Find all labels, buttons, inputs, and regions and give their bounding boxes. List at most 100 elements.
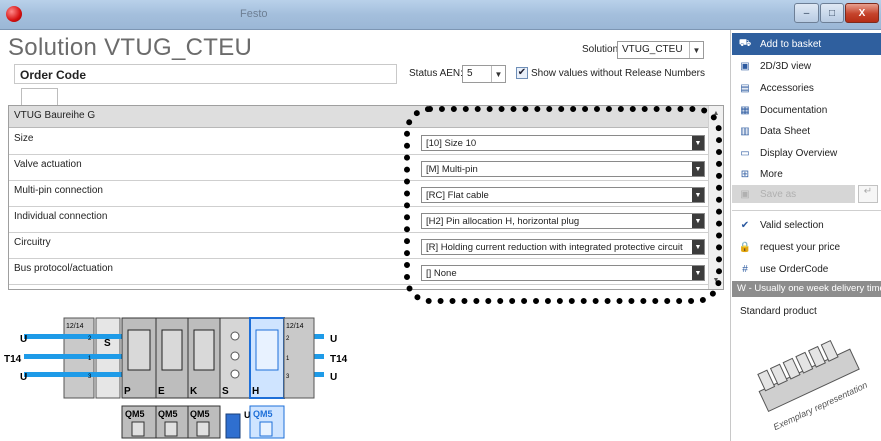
port-u-left-top-label: U [20, 334, 27, 345]
table-row: Size [10] Size 10 ▼ [9, 129, 709, 155]
request-price-link[interactable]: 🔒 request your price [732, 236, 881, 258]
individual-connection-select[interactable]: [H2] Pin allocation H, horizontal plug ▼ [421, 213, 705, 229]
valve-p-label: P [124, 386, 131, 397]
solution-select-value: VTUG_CTEU [622, 44, 683, 55]
valve-actuation-value: [M] Multi-pin [426, 164, 478, 175]
basket-icon: ⛟ [738, 37, 752, 49]
multi-pin-value: [RC] Flat cable [426, 190, 489, 201]
u-module: U [225, 410, 251, 439]
maximize-button[interactable]: □ [820, 3, 844, 23]
individual-connection-value: [H2] Pin allocation H, horizontal plug [426, 216, 580, 227]
table-row: Bus protocol/actuation [] None ▼ [9, 259, 709, 285]
grid-scrollbar[interactable]: ▲ ▼ [708, 106, 723, 289]
chevron-down-icon: ▼ [692, 214, 704, 228]
datasheet-icon: ▥ [740, 125, 750, 137]
qm5-module-2: QM5 [155, 405, 189, 439]
valve-p: P [121, 317, 157, 399]
row-label: Multi-pin connection [14, 185, 103, 196]
valve-s: S [219, 317, 251, 399]
configuration-grid: VTUG Baureihe G Size [10] Size 10 ▼ Valve… [8, 105, 724, 290]
port-t14-left-label: T14 [4, 354, 22, 365]
valve-terminal-diagram: S P E K S H 12/14 12/14 2 1 3 2 1 3 U T1… [4, 317, 348, 439]
use-ordercode-label: use OrderCode [760, 263, 829, 275]
add-to-basket-label: Add to basket [760, 38, 822, 50]
order-code-field[interactable]: Order Code [14, 64, 397, 84]
row-label: Valve actuation [14, 159, 82, 170]
valve-e: E [155, 317, 189, 399]
bus-protocol-value: [] None [426, 268, 457, 279]
documentation-button[interactable]: ▦ Documentation [732, 99, 881, 121]
check-icon: ✔ [740, 219, 750, 231]
cad-view-button[interactable]: ▣ 2D/3D view [732, 55, 881, 77]
divider [732, 210, 881, 211]
more-button[interactable]: ⊞ More [732, 163, 881, 185]
action-sidebar: ⛟ Add to basket ▣ 2D/3D view ▤ Accessori… [732, 30, 881, 441]
table-row: Multi-pin connection [RC] Flat cable ▼ [9, 181, 709, 207]
circuitry-select[interactable]: [R] Holding current reduction with integ… [421, 239, 705, 255]
qm5-label-3: QM5 [190, 409, 210, 419]
size-value: [10] Size 10 [426, 138, 477, 149]
order-code-label: Order Code [20, 68, 87, 82]
display-overview-button[interactable]: ▭ Display Overview [732, 142, 881, 164]
valve-h-label: H [252, 386, 259, 397]
qm5-module-4: QM5 [249, 405, 285, 439]
product-image: Exemplary representation [757, 339, 869, 430]
chevron-down-icon: ▼ [692, 240, 704, 254]
tab-configuration[interactable] [21, 88, 58, 105]
plus-icon: ⊞ [740, 168, 750, 180]
bus-protocol-select[interactable]: [] None ▼ [421, 265, 705, 281]
valve-actuation-select[interactable]: [M] Multi-pin ▼ [421, 161, 705, 177]
enter-icon[interactable]: ↵ [858, 185, 878, 203]
row-label: Individual connection [14, 211, 108, 222]
chevron-down-icon: ▼ [692, 136, 704, 150]
valve-k: K [187, 317, 221, 399]
app-icon[interactable] [6, 6, 22, 22]
status-aen-select[interactable]: 5 ▼ [462, 65, 506, 83]
data-sheet-button[interactable]: ▥ Data Sheet [732, 120, 881, 142]
save-icon: ▣ [740, 188, 750, 200]
hash-icon: # [742, 263, 748, 275]
row-label: Size [14, 133, 34, 144]
qm5-label-2: QM5 [158, 409, 178, 419]
port-u-left-bottom-label: U [20, 372, 27, 383]
save-as-label: Save as [760, 188, 797, 200]
close-button[interactable]: X [845, 3, 879, 23]
port-t14-right-label: T14 [330, 354, 348, 365]
qm5-module-1: QM5 [121, 405, 157, 439]
solution-select[interactable]: VTUG_CTEU ▼ [617, 41, 704, 59]
delivery-time-banner: W - Usually one week delivery time [732, 281, 881, 297]
display-icon: ▭ [740, 147, 750, 159]
save-as-button[interactable]: ▣ Save as [732, 183, 855, 205]
cad-view-label: 2D/3D view [760, 60, 812, 72]
accessories-icon: ▤ [740, 82, 750, 94]
accessories-label: Accessories [760, 82, 814, 94]
add-to-basket-button[interactable]: ⛟ Add to basket [732, 33, 881, 55]
circuitry-value: [R] Holding current reduction with integ… [426, 242, 683, 253]
minimize-button[interactable]: – [794, 3, 819, 23]
solution-label: Solution: [582, 44, 621, 55]
valve-s-label: S [222, 386, 229, 397]
accessories-button[interactable]: ▤ Accessories [732, 77, 881, 99]
chevron-down-icon: ▼ [692, 266, 704, 280]
valve-e-label: E [158, 386, 165, 397]
scroll-up-icon[interactable]: ▲ [710, 107, 722, 121]
grid-header: VTUG Baureihe G [9, 106, 709, 128]
documentation-label: Documentation [760, 104, 828, 116]
chevron-down-icon: ▼ [491, 66, 505, 82]
table-row: Individual connection [H2] Pin allocatio… [9, 207, 709, 233]
scroll-down-icon[interactable]: ▼ [710, 274, 722, 288]
display-overview-label: Display Overview [760, 147, 838, 159]
use-ordercode-link[interactable]: # use OrderCode [732, 258, 881, 280]
valid-selection-status: ✔ Valid selection [732, 214, 881, 236]
qm5-label-4: QM5 [253, 409, 273, 419]
size-select[interactable]: [10] Size 10 ▼ [421, 135, 705, 151]
valid-selection-label: Valid selection [760, 219, 824, 231]
show-values-checkbox[interactable]: ✔ [516, 67, 528, 79]
data-sheet-label: Data Sheet [760, 125, 811, 137]
port-u-right-bottom-label: U [330, 372, 337, 383]
port-u-right-top-label: U [330, 334, 337, 345]
show-values-label: Show values without Release Numbers [531, 68, 705, 79]
port-1214-right-label: 12/14 [286, 323, 304, 330]
multi-pin-select[interactable]: [RC] Flat cable ▼ [421, 187, 705, 203]
qm5-module-3: QM5 [187, 405, 221, 439]
